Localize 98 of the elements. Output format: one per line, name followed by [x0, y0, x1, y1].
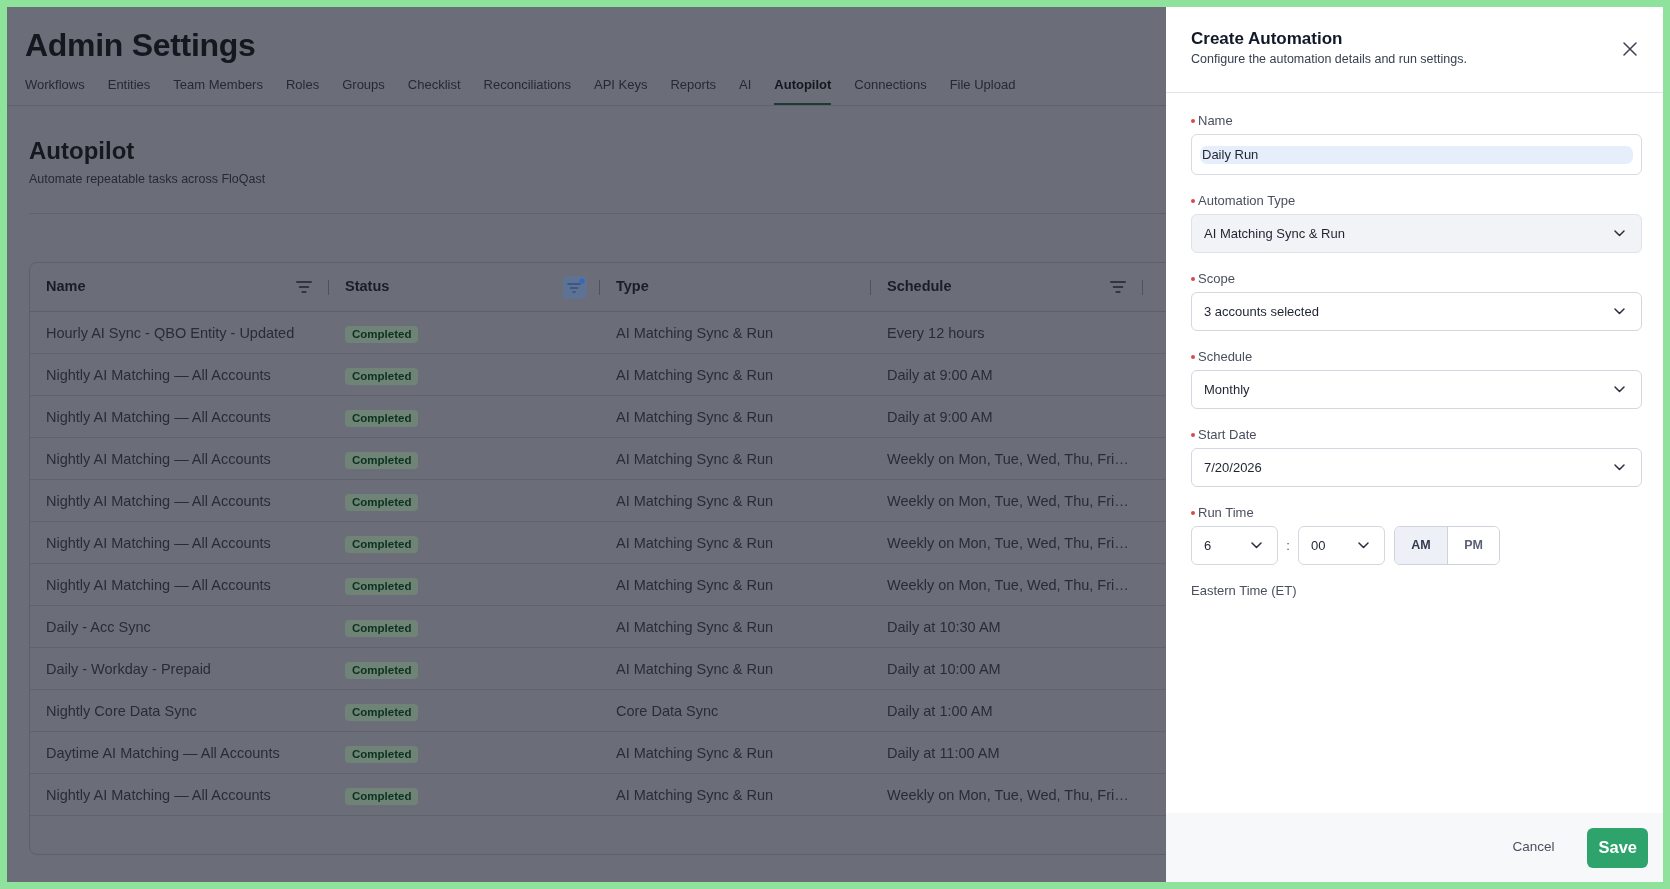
column-header: Type: [616, 277, 649, 297]
table-cell: Weekly on Mon, Tue, Wed, Thu, Fri…: [887, 576, 1129, 593]
table-cell: AI Matching Sync & Run: [616, 450, 774, 467]
nav-tab[interactable]: Entities: [107, 75, 151, 105]
table-cell: AI Matching Sync & Run: [616, 744, 774, 761]
table-cell: Nightly Core Data Sync: [46, 702, 197, 719]
table-cell: Weekly on Mon, Tue, Wed, Thu, Fri…: [887, 786, 1129, 803]
field-label: Name: [1198, 112, 1233, 130]
field-label: Automation Type: [1198, 192, 1296, 210]
table-cell: Daily - Workday - Prepaid: [46, 660, 211, 677]
filter-icon[interactable]: [1110, 281, 1126, 293]
chevron-down-icon: [1614, 308, 1625, 315]
table-cell: Nightly AI Matching — All Accounts: [46, 786, 271, 803]
table-cell: AI Matching Sync & Run: [616, 366, 774, 383]
table-cell: Daily at 11:00 AM: [887, 744, 1000, 761]
select-field[interactable]: Monthly: [1191, 370, 1642, 409]
status-badge: Completed: [345, 535, 419, 553]
table-cell: Every 12 hours: [887, 324, 985, 341]
status-badge: Completed: [345, 745, 419, 763]
table-cell: AI Matching Sync & Run: [616, 324, 774, 341]
nav-tab[interactable]: Reconciliations: [483, 75, 571, 105]
nav-tab[interactable]: Workflows: [25, 75, 85, 105]
nav-tab[interactable]: API Keys: [594, 75, 648, 105]
field-label: Schedule: [1198, 348, 1253, 366]
table-cell: Weekly on Mon, Tue, Wed, Thu, Fri…: [887, 492, 1129, 509]
table-cell: Daily at 1:00 AM: [887, 702, 993, 719]
table-cell: Nightly AI Matching — All Accounts: [46, 366, 271, 383]
status-badge: Completed: [345, 703, 419, 721]
field-label: Start Date: [1198, 426, 1257, 444]
nav-tab[interactable]: File Upload: [949, 75, 1016, 105]
table-cell: Weekly on Mon, Tue, Wed, Thu, Fri…: [887, 450, 1129, 467]
save-button[interactable]: Save: [1587, 827, 1648, 868]
time-separator: :: [1285, 536, 1291, 555]
table-cell: Nightly AI Matching — All Accounts: [46, 576, 271, 593]
field-label: Scope: [1198, 270, 1235, 288]
table-cell: Daytime AI Matching — All Accounts: [46, 744, 280, 761]
table-cell: AI Matching Sync & Run: [616, 618, 774, 635]
table-cell: AI Matching Sync & Run: [616, 534, 774, 551]
chevron-down-icon: [1614, 386, 1625, 393]
table-cell: Weekly on Mon, Tue, Wed, Thu, Fri…: [887, 534, 1129, 551]
table-cell: Nightly AI Matching — All Accounts: [46, 492, 271, 509]
table-cell: Hourly AI Sync - QBO Entity - Updated: [46, 324, 295, 341]
drawer-subtitle: Configure the automation details and run settings.: [1191, 51, 1467, 68]
table-cell: Core Data Sync: [616, 702, 719, 719]
nav-tab[interactable]: AI: [739, 75, 752, 105]
nav-tab[interactable]: Autopilot: [774, 75, 832, 105]
period-option[interactable]: PM: [1447, 527, 1499, 564]
table-cell: Nightly AI Matching — All Accounts: [46, 450, 271, 467]
drawer-title: Create Automation: [1191, 28, 1344, 50]
status-badge: Completed: [345, 661, 419, 679]
table-cell: Daily at 9:00 AM: [887, 366, 993, 383]
text-input[interactable]: Daily Run: [1191, 134, 1642, 175]
status-badge: Completed: [345, 325, 419, 343]
chevron-down-icon: [1614, 464, 1625, 471]
table-cell: Daily - Acc Sync: [46, 618, 151, 635]
hour-select[interactable]: 6: [1191, 526, 1278, 565]
nav-tab[interactable]: Checklist: [407, 75, 461, 105]
chevron-down-icon: [1251, 542, 1262, 549]
table-cell: AI Matching Sync & Run: [616, 408, 774, 425]
nav-tab[interactable]: Roles: [285, 75, 320, 105]
status-badge: Completed: [345, 577, 419, 595]
field-label: Run Time: [1198, 504, 1254, 522]
chevron-down-icon: [1614, 230, 1625, 237]
minute-select[interactable]: 00: [1298, 526, 1385, 565]
status-badge: Completed: [345, 367, 419, 385]
select-field[interactable]: 7/20/2026: [1191, 448, 1642, 487]
period-option[interactable]: AM: [1395, 527, 1447, 564]
section-subtitle: Automate repeatable tasks across FloQast: [29, 171, 267, 188]
table-cell: Nightly AI Matching — All Accounts: [46, 534, 271, 551]
select-field[interactable]: 3 accounts selected: [1191, 292, 1642, 331]
column-header: Schedule: [887, 277, 952, 297]
column-header: Status: [345, 277, 390, 297]
status-badge: Completed: [345, 409, 419, 427]
column-header: Name: [46, 277, 86, 297]
filter-icon[interactable]: [563, 275, 587, 299]
filter-icon[interactable]: [296, 281, 312, 293]
status-badge: Completed: [345, 493, 419, 511]
nav-tab[interactable]: Groups: [342, 75, 385, 105]
table-cell: Daily at 10:30 AM: [887, 618, 1001, 635]
timezone-note: Eastern Time (ET): [1191, 582, 1298, 600]
status-badge: Completed: [345, 787, 419, 805]
table-cell: AI Matching Sync & Run: [616, 786, 774, 803]
close-icon[interactable]: [1623, 42, 1637, 56]
chevron-down-icon: [1358, 542, 1369, 549]
nav-tab[interactable]: Team Members: [173, 75, 263, 105]
status-badge: Completed: [345, 619, 419, 637]
table-cell: AI Matching Sync & Run: [616, 576, 774, 593]
nav-tab[interactable]: Reports: [670, 75, 716, 105]
table-cell: Nightly AI Matching — All Accounts: [46, 408, 271, 425]
table-cell: Daily at 9:00 AM: [887, 408, 993, 425]
status-badge: Completed: [345, 451, 419, 469]
table-cell: Daily at 10:00 AM: [887, 660, 1001, 677]
table-cell: AI Matching Sync & Run: [616, 492, 774, 509]
section-title: Autopilot: [29, 136, 136, 166]
cancel-button[interactable]: Cancel: [1512, 827, 1555, 868]
table-cell: AI Matching Sync & Run: [616, 660, 774, 677]
nav-tab[interactable]: Connections: [854, 75, 927, 105]
page-title: Admin Settings: [25, 26, 257, 65]
